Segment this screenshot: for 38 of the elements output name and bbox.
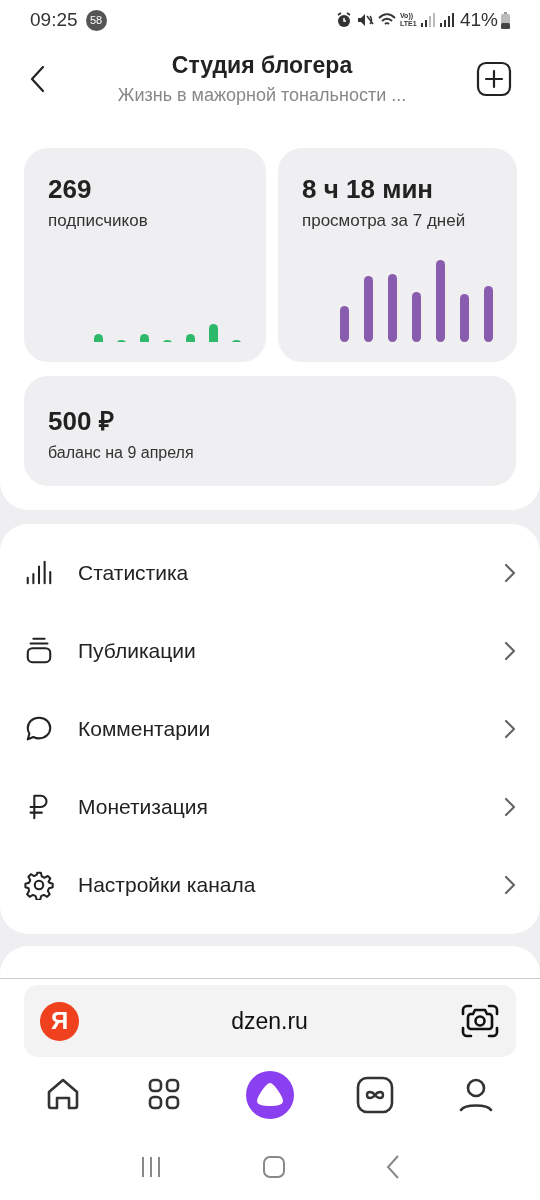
assistant-icon[interactable]	[245, 1071, 294, 1119]
stack-icon	[24, 636, 54, 666]
balance-card[interactable]: 500 ₽ баланс на 9 апреля	[24, 376, 516, 486]
stat-card[interactable]: 8 ч 18 мин просмотра за 7 дней	[278, 148, 517, 362]
clock-time: 09:25	[30, 9, 78, 31]
stat-label: просмотра за 7 дней	[302, 211, 467, 231]
signal-icon	[418, 12, 435, 28]
channel-name: Жизнь в мажорной тональности ...	[116, 85, 408, 106]
chevron-right-icon	[504, 797, 516, 817]
camera-icon[interactable]	[460, 1003, 500, 1039]
chevron-right-icon	[504, 641, 516, 661]
notification-count: 58	[85, 9, 107, 31]
chevron-right-icon	[504, 563, 516, 583]
stat-label: подписчиков	[48, 211, 149, 231]
settings-icon	[24, 870, 54, 900]
menu-item[interactable]: Публикации	[0, 612, 540, 690]
stat-value: 8 ч 18 мин	[302, 174, 435, 205]
balance-value: 500 ₽	[48, 405, 115, 438]
balance-label: баланс на 9 апреля	[48, 444, 195, 462]
stat-card[interactable]: 269 подписчиков	[24, 148, 266, 362]
stat-value: 269	[48, 174, 93, 205]
url-text: dzen.ru	[230, 1007, 309, 1035]
chevron-right-icon	[504, 719, 516, 739]
browser-logo: Я	[40, 1001, 79, 1041]
address-bar[interactable]: Я dzen.ru	[24, 985, 516, 1057]
plus-icon	[476, 61, 512, 97]
menu-item[interactable]: Монетизация	[0, 768, 540, 846]
menu-item[interactable]: Настройки канала	[0, 846, 540, 924]
back-icon[interactable]	[384, 1153, 401, 1180]
menu-item[interactable]: Комментарии	[0, 690, 540, 768]
chevron-right-icon	[504, 875, 516, 895]
home-button-icon[interactable]	[262, 1154, 286, 1179]
screen-title: Студия блогера	[170, 52, 354, 79]
menu-item[interactable]: Статистика	[0, 534, 540, 612]
infinity-icon[interactable]	[356, 1076, 395, 1114]
signal-icon	[437, 12, 454, 28]
battery-icon	[501, 11, 510, 29]
battery-level: 41%	[459, 9, 498, 31]
